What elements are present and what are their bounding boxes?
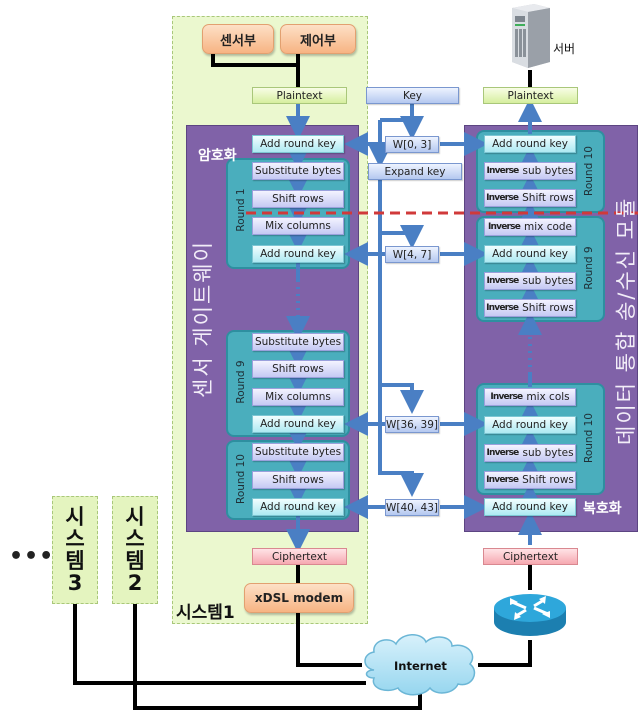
add-round-key-step: Add round key	[484, 245, 576, 263]
add-round-key-step: Add round key	[252, 245, 344, 263]
inverse-mix-cols-step: Inverse mix cols	[484, 388, 576, 406]
inverse-prefix: Inverse	[487, 222, 521, 232]
system3-box: 시 스 템 3	[52, 496, 98, 604]
system3-char: 템	[65, 549, 85, 573]
inverse-shift-rows-step: Inverse Shift rows	[484, 471, 576, 489]
round-label: Round 1	[235, 188, 247, 232]
system3-char: 시	[65, 505, 85, 529]
inverse-sub-bytes-step: Inverse sub bytes	[484, 162, 576, 180]
mix-columns-step: Mix columns	[252, 388, 344, 406]
key-box: Key	[366, 87, 459, 104]
router-to-internet-wire	[478, 640, 532, 667]
inverse-sub-bytes-step: Inverse sub bytes	[484, 444, 576, 462]
inverse-prefix: Inverse	[486, 276, 519, 286]
encrypt-label: 암호화	[198, 148, 237, 164]
step-text: Shift rows	[522, 192, 574, 204]
sensor-gateway-title: 센서 게이트웨이	[191, 240, 215, 398]
shift-rows-step: Shift rows	[252, 190, 344, 208]
sensor-unit-box: 센서부	[202, 24, 274, 54]
w-4-7-box: W[4, 7]	[385, 246, 439, 263]
add-round-key-step: Add round key	[252, 498, 344, 516]
inverse-prefix: Inverse	[486, 166, 519, 176]
plaintext-right: Plaintext	[483, 87, 578, 104]
substitute-bytes-step: Substitute bytes	[252, 333, 344, 351]
system3-char: 스	[65, 527, 85, 551]
round-label: Round 9	[583, 246, 595, 290]
step-text: Shift rows	[522, 302, 574, 314]
system2-char: 2	[127, 571, 143, 595]
control-unit-box: 제어부	[280, 24, 356, 54]
round-label: Round 10	[583, 146, 595, 196]
shift-rows-step: Shift rows	[252, 471, 344, 489]
inverse-prefix: Inverse	[486, 303, 519, 313]
inverse-prefix: Inverse	[486, 475, 519, 485]
step-text: sub bytes	[522, 447, 574, 459]
round-label: Round 9	[235, 360, 247, 404]
step-text: sub bytes	[522, 165, 574, 177]
inverse-shift-rows-step: Inverse Shift rows	[484, 299, 576, 317]
step-text: mix code	[524, 221, 573, 233]
substitute-bytes-step: Substitute bytes	[252, 162, 344, 180]
final-add-round-key: Add round key	[484, 498, 576, 516]
server-icon	[512, 4, 550, 68]
step-text: mix cols	[526, 391, 570, 403]
w-40-43-box: W[40, 43]	[385, 499, 439, 516]
w-0-3-box: W[0, 3]	[385, 136, 439, 153]
w-36-39-box: W[36, 39]	[385, 416, 439, 433]
add-round-key-step: Add round key	[252, 415, 344, 433]
inverse-mix-code-step: Inverse mix code	[484, 218, 576, 236]
server-label: 서버	[553, 42, 576, 56]
system3-char: 3	[67, 571, 83, 595]
mix-columns-step: Mix columns	[252, 217, 344, 235]
inverse-shift-rows-step: Inverse Shift rows	[484, 189, 576, 207]
step-text: sub bytes	[522, 275, 574, 287]
system2-char: 템	[125, 549, 145, 573]
inverse-prefix: Inverse	[490, 392, 523, 402]
ciphertext-left: Ciphertext	[252, 548, 347, 565]
plaintext-left: Plaintext	[252, 87, 347, 104]
system2-char: 시	[125, 505, 145, 529]
xdsl-modem-box: xDSL modem	[244, 583, 354, 613]
internet-label: Internet	[394, 659, 447, 673]
system1-label: 시스템1	[176, 603, 235, 623]
more-systems-ellipsis: •••	[9, 544, 55, 569]
round-label: Round 10	[583, 413, 595, 463]
shift-rows-step: Shift rows	[252, 360, 344, 378]
expand-key-box: Expand key	[368, 163, 462, 180]
system2-box: 시 스 템 2	[112, 496, 158, 604]
add-round-key-step: Add round key	[484, 135, 576, 153]
inverse-sub-bytes-step: Inverse sub bytes	[484, 272, 576, 290]
server-module-title: 데이터 통합 송/수신 모듈	[614, 196, 638, 445]
step-text: Shift rows	[522, 474, 574, 486]
inverse-prefix: Inverse	[486, 448, 519, 458]
add-round-key-step: Add round key	[484, 416, 576, 434]
ciphertext-right: Ciphertext	[483, 548, 578, 565]
substitute-bytes-step: Substitute bytes	[252, 443, 344, 461]
system2-char: 스	[125, 527, 145, 551]
round-label: Round 10	[235, 454, 247, 504]
inverse-prefix: Inverse	[486, 193, 519, 203]
decrypt-label: 복호화	[583, 501, 622, 517]
initial-add-round-key: Add round key	[252, 135, 344, 153]
router-icon	[494, 594, 566, 636]
